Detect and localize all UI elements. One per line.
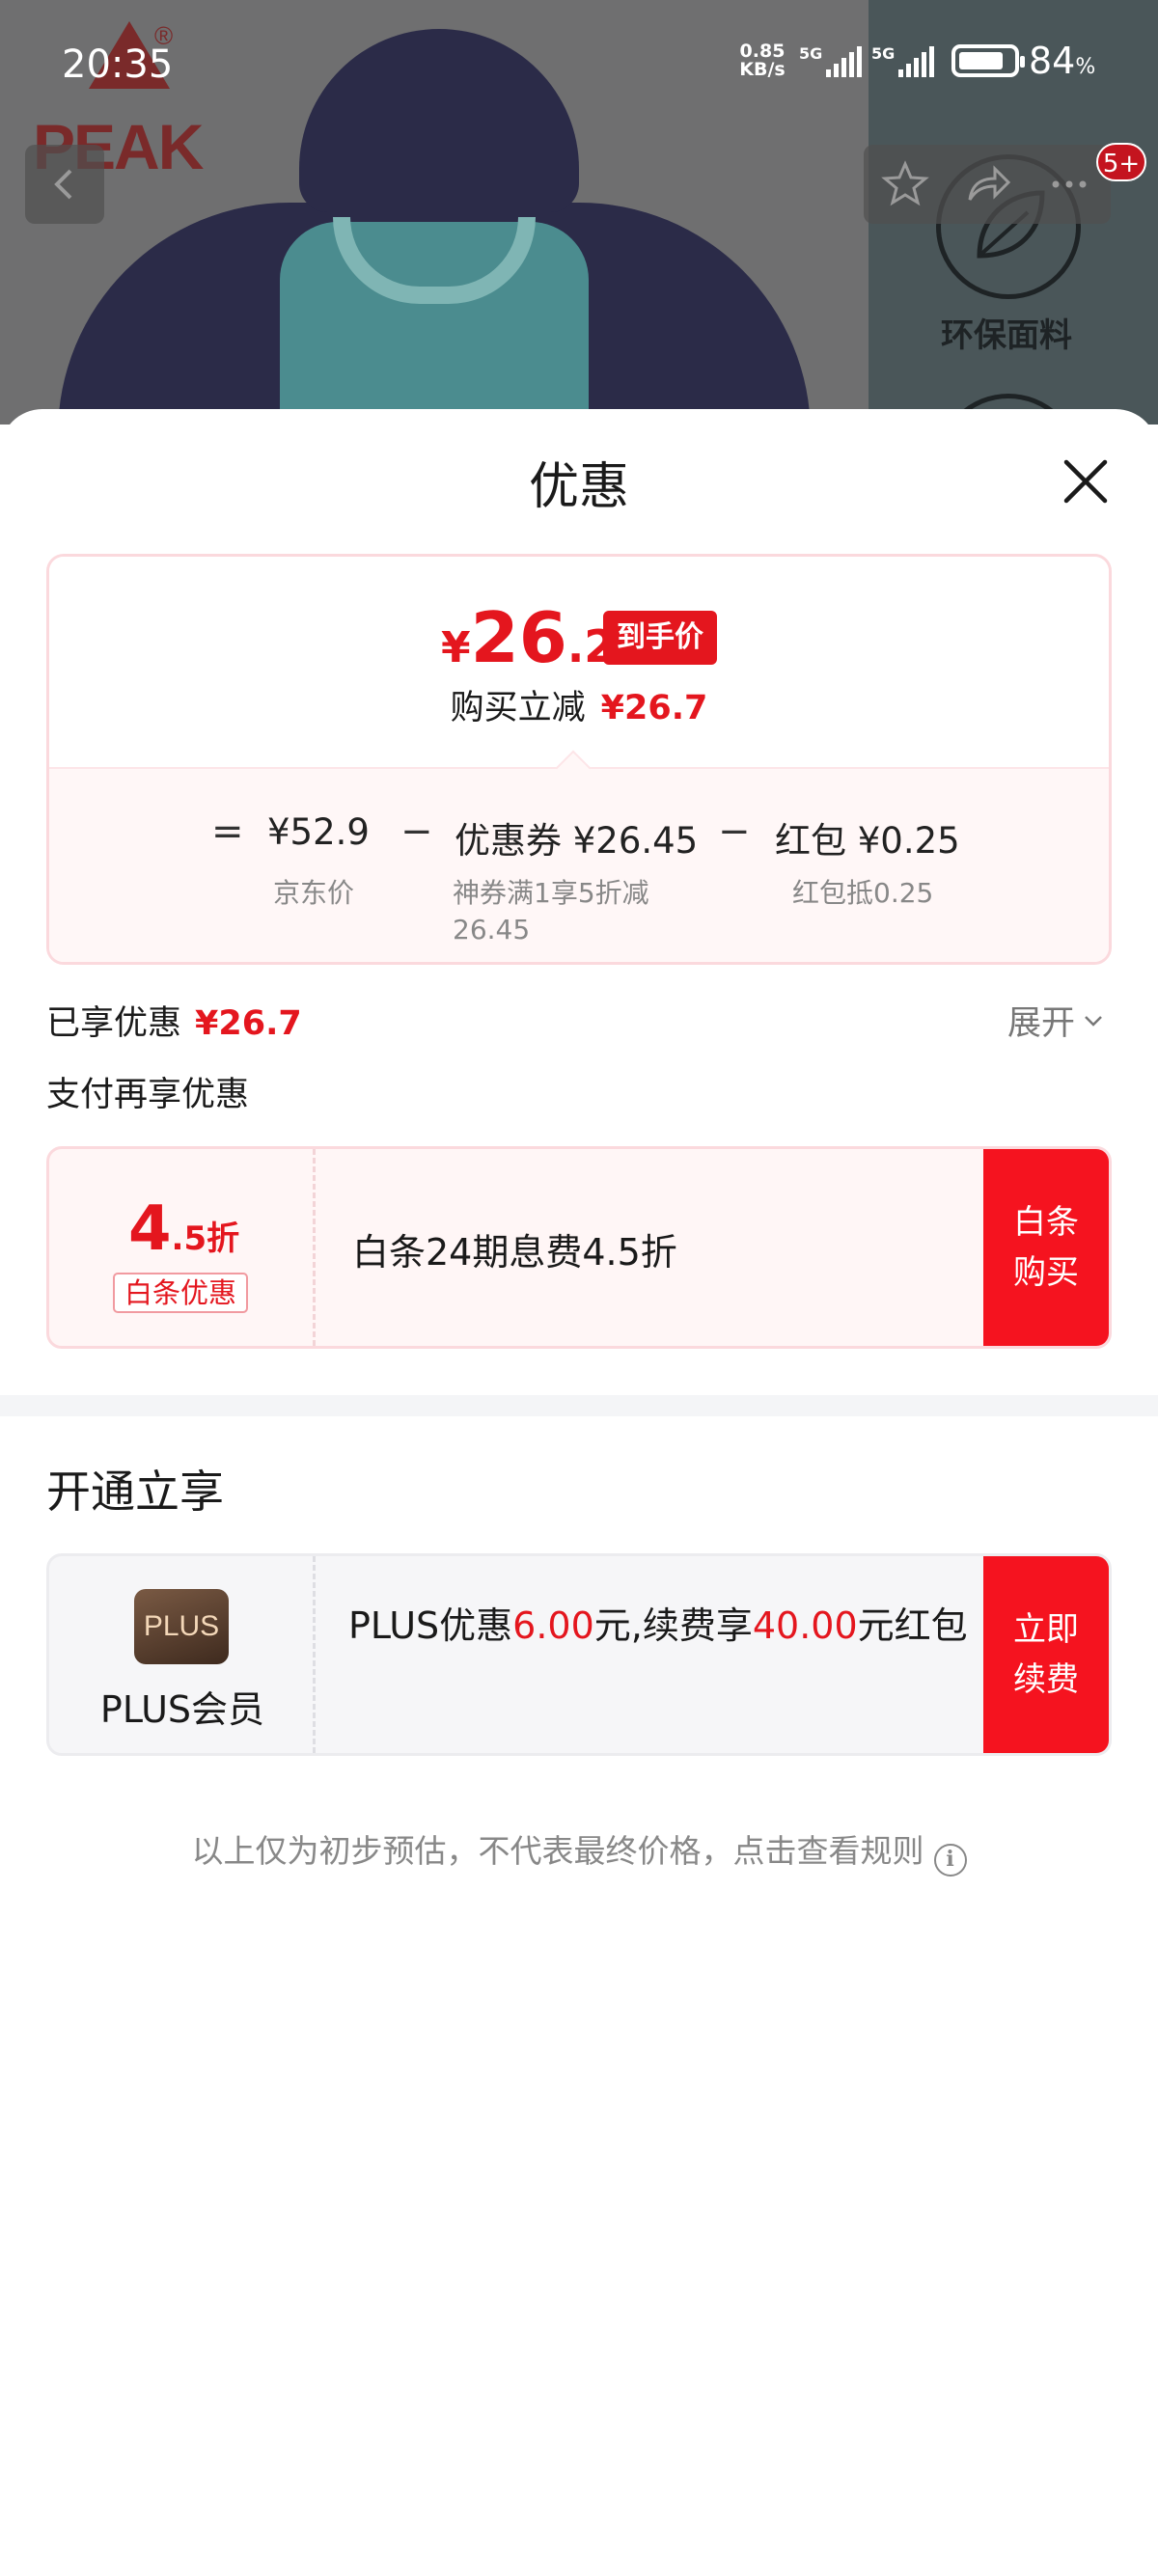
expand-button[interactable]: 展开	[1007, 996, 1106, 1045]
plus-logo: PLUS	[134, 1589, 229, 1664]
rules-footnote-text: 以上仅为初步预估，不代表最终价格，点击查看规则	[191, 1832, 924, 1870]
notification-badge: 5+	[1096, 143, 1146, 181]
sheet-title: 优惠	[528, 458, 629, 516]
price-breakdown-card: ¥26.2 到手价 购买立减 ¥26.7 = ¥52.9 京东价 − 优惠券 ¥2…	[46, 554, 1112, 965]
close-button[interactable]	[1057, 452, 1115, 510]
chevron-down-icon	[1085, 1015, 1102, 1027]
coupon-amount: 优惠券 ¥26.45	[455, 820, 699, 862]
nav-actions	[864, 145, 1111, 224]
final-price-tag: 到手价	[603, 611, 717, 665]
price-calculation: = ¥52.9 京东价 − 优惠券 ¥26.45 神券满1享5折减 26.45 …	[49, 767, 1109, 962]
minus-sign-2: −	[718, 809, 751, 854]
equals-sign: =	[211, 809, 244, 854]
enjoyed-discount-amount: ¥26.7	[195, 1004, 302, 1043]
status-icons: 0.85 KB/s 5G 5G 84%	[735, 39, 1095, 83]
sim1-label: 5G	[799, 44, 823, 63]
chevron-left-icon	[54, 169, 72, 200]
status-time: 20:35	[62, 42, 174, 87]
jd-price: ¥52.9	[267, 811, 370, 853]
baitiao-offer-badge: 4.5折 白条优惠	[49, 1149, 316, 1346]
instant-reduction-amount: ¥26.7	[600, 689, 708, 727]
baitiao-offer-text: 白条24期息费4.5折	[352, 1231, 677, 1274]
expand-label: 展开	[1007, 1004, 1076, 1043]
final-price: ¥26.2	[441, 597, 616, 678]
enjoyed-discount-label: 已享优惠	[46, 1004, 182, 1043]
star-icon[interactable]	[880, 159, 930, 209]
battery-percent: 84%	[1029, 40, 1096, 82]
jd-price-label: 京东价	[273, 877, 355, 909]
coupon-description: 神券满1享5折减 26.45	[453, 877, 649, 945]
signal-icon-2: 5G	[871, 44, 934, 77]
close-icon	[1063, 459, 1108, 504]
section-divider	[0, 1395, 1158, 1416]
minus-sign: −	[400, 809, 433, 854]
membership-heading: 开通立享	[46, 1466, 224, 1518]
sim2-label: 5G	[871, 44, 896, 63]
battery-level	[959, 52, 1004, 69]
baitiao-tag: 白条优惠	[113, 1273, 249, 1313]
instant-reduction-label: 购买立减	[450, 689, 586, 727]
signal-icon: 5G	[799, 44, 862, 77]
final-price-section: ¥26.2 到手价 购买立减 ¥26.7	[49, 557, 1109, 767]
rules-footnote[interactable]: 以上仅为初步预估，不代表最终价格，点击查看规则 i	[0, 1825, 1158, 1877]
baitiao-buy-button[interactable]: 白条 购买	[983, 1149, 1109, 1346]
instant-reduction: 购买立减 ¥26.7	[49, 680, 1109, 729]
payment-extra-discount-heading: 支付再享优惠	[46, 1076, 250, 1114]
info-icon[interactable]: i	[933, 1844, 967, 1877]
baitiao-discount-rate: 4.5折	[128, 1193, 240, 1265]
network-speed: 0.85 KB/s	[735, 42, 789, 79]
plus-offer-text: PLUS优惠6.00元,续费享40.00元红包	[348, 1604, 968, 1647]
battery-icon	[951, 44, 1025, 77]
redpacket-description: 红包抵0.25	[792, 877, 934, 909]
more-icon[interactable]	[1044, 159, 1094, 209]
enjoyed-discount: 已享优惠 ¥26.7	[46, 996, 302, 1045]
feature-label: 环保面料	[941, 316, 1072, 355]
product-swim-cap	[299, 29, 579, 212]
network-speed-unit: KB/s	[739, 59, 786, 80]
plus-member-label: PLUS会员	[99, 1688, 265, 1731]
share-icon[interactable]	[962, 159, 1012, 209]
redpacket-amount: 红包 ¥0.25	[775, 820, 960, 862]
back-button[interactable]	[25, 145, 104, 224]
plus-renew-button[interactable]: 立即 续费	[983, 1556, 1109, 1753]
plus-offer-badge: PLUS PLUS会员	[49, 1556, 316, 1753]
plus-offer-card[interactable]: PLUS PLUS会员 PLUS优惠6.00元,续费享40.00元红包 立即 续费	[46, 1553, 1112, 1756]
baitiao-offer-card[interactable]: 4.5折 白条优惠 白条24期息费4.5折 白条 购买	[46, 1146, 1112, 1349]
